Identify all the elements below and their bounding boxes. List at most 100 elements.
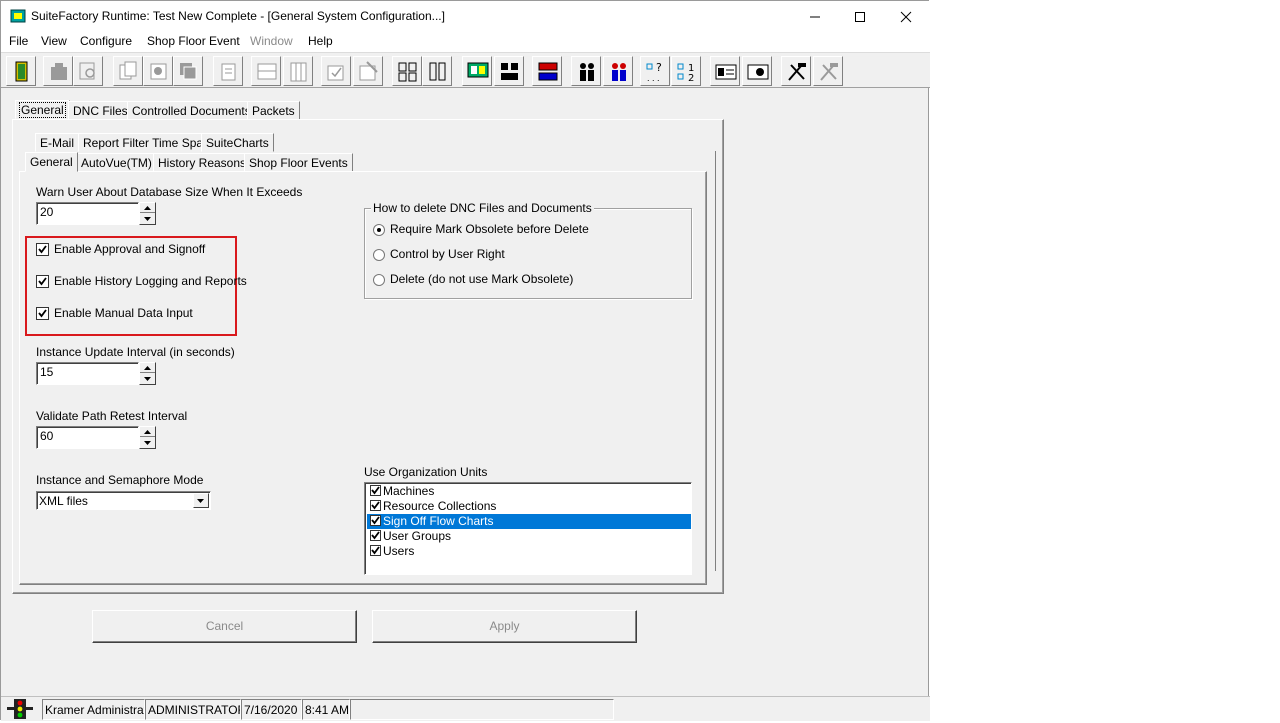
list-item-checkbox[interactable]	[370, 545, 381, 556]
db-size-spinner[interactable]	[139, 202, 156, 225]
status-date: 7/16/2020	[241, 699, 302, 720]
status-role: ADMINISTRATOR	[145, 699, 241, 720]
tab-suitecharts[interactable]: SuiteCharts	[201, 133, 274, 152]
tab-general[interactable]: General	[15, 100, 70, 119]
history-logging-label[interactable]: Enable History Logging and Reports	[54, 274, 247, 288]
tab-history-reasons[interactable]: History Reasons	[153, 153, 252, 172]
close-button[interactable]	[883, 1, 929, 32]
list-item-checkbox[interactable]	[370, 515, 381, 526]
network-button[interactable]	[532, 56, 562, 86]
packets-icon	[180, 63, 197, 80]
approve-document-icon	[327, 65, 344, 81]
approval-label[interactable]: Enable Approval and Signoff	[54, 242, 205, 256]
spin-down-icon[interactable]	[140, 438, 155, 448]
menu-window[interactable]: Window	[250, 34, 293, 48]
status-bar: Kramer Administrator ADMINISTRATOR 7/16/…	[1, 696, 930, 721]
tab-dnc-files[interactable]: DNC Files	[68, 101, 133, 120]
flowchart-button[interactable]	[392, 56, 422, 86]
radio-delete-no-obsolete[interactable]	[373, 274, 385, 286]
help-query-icon: ?. . .	[646, 61, 662, 83]
radio-require-mark-obsolete-label[interactable]: Require Mark Obsolete before Delete	[390, 222, 589, 236]
validate-label: Validate Path Retest Interval	[36, 409, 188, 423]
monitor-chart-icon	[467, 62, 489, 78]
documents-button[interactable]	[113, 56, 143, 86]
manual-data-checkbox[interactable]	[36, 307, 49, 320]
spin-up-icon[interactable]	[140, 363, 155, 373]
history-logging-checkbox[interactable]	[36, 275, 49, 288]
exit-door-button[interactable]	[6, 56, 36, 86]
list-item-users[interactable]: Users	[367, 544, 691, 559]
app-icon[interactable]	[10, 8, 26, 24]
hierarchy-button[interactable]	[494, 56, 524, 86]
title-bar[interactable]: SuiteFactory Runtime: Test New Complete …	[1, 1, 930, 32]
license-button[interactable]	[742, 56, 772, 86]
apply-button[interactable]: Apply	[372, 610, 637, 643]
report-button[interactable]	[213, 56, 243, 86]
maximize-button[interactable]	[837, 1, 883, 32]
instance-interval-input[interactable]: 15	[36, 362, 139, 385]
part-list-button[interactable]	[251, 56, 281, 86]
list-item-checkbox[interactable]	[370, 530, 381, 541]
tab-inner-general[interactable]: General	[25, 152, 78, 172]
manual-data-label[interactable]: Enable Manual Data Input	[54, 306, 193, 320]
radio-delete-no-obsolete-label[interactable]: Delete (do not use Mark Obsolete)	[390, 272, 573, 286]
semaphore-combo[interactable]: XML files	[36, 491, 211, 510]
minimize-button[interactable]	[792, 1, 838, 32]
sign-document-button[interactable]	[353, 56, 383, 86]
spin-down-icon[interactable]	[140, 374, 155, 384]
monitor-chart-button[interactable]	[462, 56, 492, 86]
report-icon	[221, 63, 236, 81]
approve-document-button[interactable]	[321, 56, 351, 86]
dropdown-arrow-icon[interactable]	[193, 493, 209, 508]
tools-icon	[788, 63, 806, 81]
tab-packets[interactable]: Packets	[247, 101, 300, 120]
db-size-input[interactable]: 20	[36, 202, 139, 225]
help-query-button[interactable]: ?. . .	[640, 56, 670, 86]
list-item-user-groups[interactable]: User Groups	[367, 529, 691, 544]
tab-email[interactable]: E-Mail	[35, 133, 80, 152]
flowchart-multi-button[interactable]	[422, 56, 452, 86]
tab-shop-floor-events[interactable]: Shop Floor Events	[244, 153, 353, 172]
tools-button[interactable]	[781, 56, 811, 86]
radio-control-by-user-right[interactable]	[373, 249, 385, 261]
approval-checkbox[interactable]	[36, 243, 49, 256]
spin-up-icon[interactable]	[140, 203, 155, 213]
org-units-listbox[interactable]: Machines Resource Collections Sign Off F…	[364, 482, 692, 575]
cancel-button[interactable]: Cancel	[92, 610, 357, 643]
columns-button[interactable]	[283, 56, 313, 86]
validate-input[interactable]: 60	[36, 426, 139, 449]
semaphore-label: Instance and Semaphore Mode	[36, 473, 204, 487]
list-item-machines[interactable]: Machines	[367, 484, 691, 499]
menu-configure[interactable]: Configure	[80, 34, 132, 48]
tab-report-filter-time-span[interactable]: Report Filter Time Span	[78, 133, 215, 152]
packets-button[interactable]	[173, 56, 203, 86]
instance-interval-spinner[interactable]	[139, 362, 156, 385]
spin-up-icon[interactable]	[140, 427, 155, 437]
menu-shop-floor-event[interactable]: Shop Floor Event	[147, 34, 240, 48]
tools-disabled-button[interactable]	[813, 56, 843, 86]
numbered-list-icon: 12	[677, 63, 694, 83]
menu-help[interactable]: Help	[308, 34, 333, 48]
org-units-label: Use Organization Units	[364, 465, 488, 479]
machine-button[interactable]	[43, 56, 73, 86]
radio-require-mark-obsolete[interactable]	[373, 224, 385, 236]
numbered-list-button[interactable]: 12	[671, 56, 701, 86]
list-item-checkbox[interactable]	[370, 485, 381, 496]
user-groups-button[interactable]	[603, 56, 633, 86]
spin-down-icon[interactable]	[140, 214, 155, 224]
users-button[interactable]	[571, 56, 601, 86]
validate-spinner[interactable]	[139, 426, 156, 449]
flowchart-multi-icon	[429, 62, 446, 81]
id-card-button[interactable]	[710, 56, 740, 86]
search-machine-button[interactable]	[73, 56, 103, 86]
menu-view[interactable]: View	[41, 34, 67, 48]
list-item-checkbox[interactable]	[370, 500, 381, 511]
radio-control-by-user-right-label[interactable]: Control by User Right	[390, 247, 505, 261]
menu-file[interactable]: File	[9, 34, 28, 48]
user-groups-icon	[612, 63, 626, 81]
tab-autovue[interactable]: AutoVue(TM)	[76, 153, 157, 172]
list-item-sign-off-flow-charts[interactable]: Sign Off Flow Charts	[367, 514, 691, 529]
tab-controlled-documents[interactable]: Controlled Documents	[127, 101, 256, 120]
list-item-resource-collections[interactable]: Resource Collections	[367, 499, 691, 514]
document-settings-button[interactable]	[143, 56, 173, 86]
